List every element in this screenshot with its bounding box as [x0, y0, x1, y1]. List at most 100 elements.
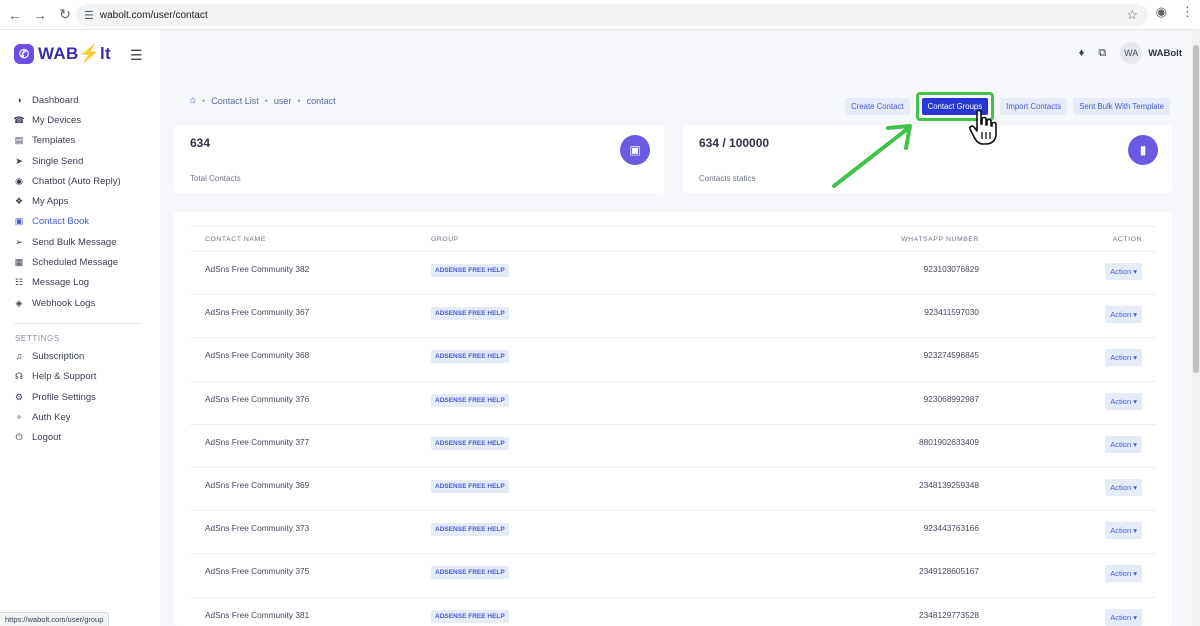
brand-name: WAB⚡lt	[38, 44, 112, 63]
browser-toolbar: ← → ↻ ☰ wabolt.com/user/contact ☆ ◉ ⋮	[0, 0, 1200, 30]
caret-down-icon: ▾	[1133, 569, 1137, 579]
group-badge: ADSENSE FREE HELP	[431, 307, 509, 321]
sidebar-item-my-apps[interactable]: ❖ My Apps	[0, 191, 160, 211]
group-badge: ADSENSE FREE HELP	[431, 566, 509, 580]
apps-icon: ❖	[14, 196, 24, 207]
sidebar-item-dashboard[interactable]: ◑ Dashboard	[0, 90, 160, 110]
sidebar-item-single-send[interactable]: ➤ Single Send	[0, 151, 160, 171]
browser-menu-icon[interactable]: ⋮	[1181, 4, 1194, 20]
group-badge: ADSENSE FREE HELP	[431, 350, 509, 364]
action-dropdown-button[interactable]: Action ▾	[1105, 349, 1142, 367]
sent-bulk-template-button[interactable]: Sent Bulk With Template	[1073, 98, 1170, 115]
action-dropdown-button[interactable]: Action ▾	[1105, 392, 1142, 410]
dashboard-icon: ◑	[16, 95, 22, 106]
group-badge: ADSENSE FREE HELP	[431, 264, 509, 277]
sidebar-item-webhook-logs[interactable]: ◈ Webhook Logs	[0, 293, 160, 313]
contact-name: AdSns Free Community 367	[190, 294, 431, 339]
forward-icon[interactable]: →	[29, 4, 51, 26]
sidebar-item-templates[interactable]: ▤ Templates	[0, 131, 160, 151]
signal-icon: ▮	[1128, 135, 1158, 165]
subscription-icon: ♫	[15, 351, 23, 362]
page-scrollbar[interactable]	[1192, 30, 1200, 626]
contact-name: AdSns Free Community 369	[190, 467, 431, 512]
group-badge: ADSENSE FREE HELP	[431, 523, 509, 537]
action-dropdown-button[interactable]: Action ▾	[1105, 478, 1142, 496]
breadcrumb: ⌂ • Contact List • user • contact	[190, 95, 336, 106]
sidebar-item-chatbot[interactable]: ◉ Chatbot (Auto Reply)	[0, 171, 160, 191]
scrollbar-thumb[interactable]	[1193, 45, 1199, 373]
column-header-number: WHATSAPP NUMBER	[731, 226, 981, 252]
whatsapp-number: 923274596845	[731, 337, 981, 382]
contact-name: AdSns Free Community 375	[190, 553, 431, 598]
robot-icon: ◉	[15, 175, 23, 186]
table-header-row: CONTACT NAME GROUP WHATSAPP NUMBER ACTIO…	[190, 226, 1156, 252]
stat-card-statics: 634 / 100000 Contacts statics ▮	[683, 125, 1172, 193]
action-dropdown-button[interactable]: Action ▾	[1105, 565, 1142, 583]
caret-down-icon: ▾	[1133, 310, 1137, 320]
whatsapp-number: 2348129773528	[731, 597, 981, 626]
bulk-icon: ➢	[15, 236, 23, 247]
user-name[interactable]: WABolt	[1148, 48, 1182, 59]
action-dropdown-button[interactable]: Action ▾	[1105, 263, 1142, 280]
action-dropdown-button[interactable]: Action ▾	[1105, 608, 1142, 626]
sidebar-nav: ◑ Dashboard ☎ My Devices ▤ Templates ➤ Singl…	[0, 90, 160, 448]
reload-icon[interactable]: ↻	[54, 4, 76, 26]
column-header-name: CONTACT NAME	[190, 226, 431, 252]
home-icon[interactable]: ⌂	[190, 95, 196, 106]
sidebar-item-my-devices[interactable]: ☎ My Devices	[0, 110, 160, 130]
contact-book-icon: ▣	[14, 216, 24, 227]
action-dropdown-button[interactable]: Action ▾	[1105, 522, 1142, 540]
menu-toggle-icon[interactable]: ☰	[130, 47, 143, 64]
templates-icon: ▤	[14, 135, 24, 146]
breadcrumb-item: contact	[306, 95, 336, 106]
caret-down-icon: ▾	[1133, 526, 1137, 536]
sidebar-item-auth-key[interactable]: ⚬ Auth Key	[0, 407, 160, 427]
settings-heading: SETTINGS	[15, 333, 60, 343]
brand-logo[interactable]: ✆ WAB⚡lt	[14, 44, 111, 64]
sidebar-item-subscription[interactable]: ♫ Subscription	[0, 346, 160, 366]
caret-down-icon: ▾	[1133, 482, 1137, 492]
whatsapp-number: 8801902633409	[731, 424, 981, 468]
import-contacts-button[interactable]: Import Contacts	[1000, 98, 1068, 115]
site-settings-icon[interactable]: ☰	[84, 9, 94, 22]
table-row: AdSns Free Community 367 ADSENSE FREE HE…	[190, 294, 1156, 339]
calendar-icon: ▦	[14, 257, 24, 268]
group-badge: ADSENSE FREE HELP	[431, 609, 509, 623]
address-bar[interactable]: ☰ wabolt.com/user/contact ☆	[76, 4, 1148, 26]
action-dropdown-button[interactable]: Action ▾	[1105, 306, 1142, 324]
whatsapp-number: 2349128605167	[731, 553, 981, 598]
sidebar-item-profile-settings[interactable]: ⚙ Profile Settings	[0, 387, 160, 407]
sidebar-item-help[interactable]: ☊ Help & Support	[0, 367, 160, 387]
group-badge: ADSENSE FREE HELP	[431, 393, 509, 407]
address-url: wabolt.com/user/contact	[99, 9, 208, 21]
stat-value: 634 / 100000	[699, 136, 770, 150]
copy-icon[interactable]: ⧉	[1098, 47, 1106, 60]
group-badge: ADSENSE FREE HELP	[431, 436, 509, 450]
breadcrumb-item[interactable]: Contact List	[211, 96, 259, 106]
hand-cursor-icon	[969, 109, 997, 145]
table-row: AdSns Free Community 373 ADSENSE FREE HE…	[190, 510, 1156, 555]
sidebar-item-send-bulk[interactable]: ➢ Send Bulk Message	[0, 232, 160, 252]
bell-icon[interactable]: ♦	[1079, 47, 1085, 59]
sidebar-item-message-log[interactable]: ☷ Message Log	[0, 273, 160, 293]
sidebar-item-contact-book[interactable]: ▣ Contact Book	[0, 212, 160, 232]
topbar-actions: ♦ ⧉ WA WABolt	[1079, 42, 1182, 64]
gear-icon: ⚙	[14, 391, 24, 402]
contacts-table-card: CONTACT NAME GROUP WHATSAPP NUMBER ACTIO…	[174, 212, 1172, 626]
caret-down-icon: ▾	[1133, 439, 1137, 449]
sidebar-item-logout[interactable]: ⏻ Logout	[0, 427, 160, 447]
table-row: AdSns Free Community 377 ADSENSE FREE HE…	[190, 424, 1156, 468]
sidebar-item-scheduled[interactable]: ▦ Scheduled Message	[0, 252, 160, 272]
avatar[interactable]: WA	[1120, 42, 1143, 64]
stat-card-total: 634 Total Contacts ▣	[174, 125, 664, 193]
back-icon[interactable]: ←	[4, 4, 26, 26]
whatsapp-logo-icon: ✆	[14, 44, 34, 64]
profile-icon[interactable]: ◉	[1156, 4, 1167, 20]
support-icon: ☊	[15, 371, 23, 382]
action-dropdown-button[interactable]: Action ▾	[1105, 435, 1142, 453]
stat-value: 634	[190, 136, 211, 150]
whatsapp-number: 2348139259348	[731, 467, 981, 512]
breadcrumb-item[interactable]: user	[274, 96, 292, 106]
table-row: AdSns Free Community 369 ADSENSE FREE HE…	[190, 467, 1156, 512]
bookmark-star-icon[interactable]: ☆	[1126, 7, 1138, 23]
